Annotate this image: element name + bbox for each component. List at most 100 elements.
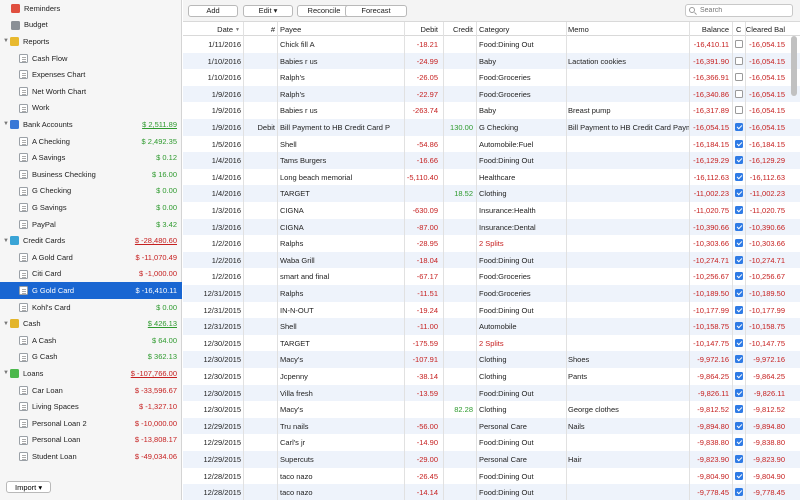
edit-menu-button[interactable]: Edit ▾	[243, 5, 293, 17]
disclosure-triangle-icon[interactable]: ▼	[3, 238, 9, 244]
disclosure-triangle-icon[interactable]: ▼	[3, 121, 9, 127]
table-row[interactable]: 12/30/2015 Macy's 82.28 Clothing George clot…	[183, 401, 800, 418]
sidebar-item[interactable]: Expenses Chart	[0, 66, 182, 83]
import-button[interactable]: Import ▾	[6, 481, 52, 493]
sidebar-item[interactable]: A Checking $ 2,492.35	[0, 133, 182, 150]
cleared-checkbox[interactable]	[735, 488, 743, 497]
sidebar-item[interactable]: A Savings $ 0.12	[0, 149, 182, 166]
header-date[interactable]: Date	[183, 25, 233, 34]
sidebar-item[interactable]: ▼ Credit Cards $ -28,480.60	[0, 232, 182, 249]
cleared-checkbox[interactable]	[735, 255, 743, 264]
table-row[interactable]: 1/4/2016 Tams Burgers -16.66 Food:Dining Ou…	[183, 152, 800, 169]
sidebar-item[interactable]: Citi Card $ -1,000.00	[0, 266, 182, 283]
sidebar-item[interactable]: Living Spaces $ -1,327.10	[0, 398, 182, 415]
table-row[interactable]: 1/9/2016 Debit Bill Payment to HB Credit C…	[183, 119, 800, 136]
header-category[interactable]: Category	[479, 25, 509, 34]
table-row[interactable]: 1/11/2016 Chick fill A -18.21 Food:Dining O…	[183, 36, 800, 53]
reconcile-button[interactable]: Reconcile	[297, 5, 351, 17]
table-row[interactable]: 1/2/2016 smart and final -67.17 Food:Grocer…	[183, 268, 800, 285]
table-row[interactable]: 1/3/2016 CIGNA -630.09 Insurance:Health -11,…	[183, 202, 800, 219]
search-input[interactable]	[685, 4, 793, 17]
sidebar-item[interactable]: ▼ Reports	[0, 33, 182, 50]
sidebar-item[interactable]: Student Loan $ -49,034.06	[0, 448, 182, 465]
table-row[interactable]: 12/30/2015 Villa fresh -13.59 Food:Dining O…	[183, 384, 800, 402]
sidebar-item[interactable]: Budget	[0, 17, 182, 34]
sidebar-item[interactable]: Personal Loan $ -13,808.17	[0, 432, 182, 449]
disclosure-triangle-icon[interactable]: ▼	[3, 38, 9, 44]
cleared-checkbox[interactable]	[735, 421, 743, 430]
cleared-checkbox[interactable]	[735, 355, 743, 364]
table-row[interactable]: 12/29/2015 Supercuts -29.00 Personal Care Ha…	[183, 451, 800, 468]
cleared-checkbox[interactable]	[735, 405, 743, 414]
sidebar-item[interactable]: G Cash $ 362.13	[0, 349, 182, 366]
vertical-scrollbar[interactable]	[791, 36, 797, 96]
table-row[interactable]: 12/28/2015 taco nazo -14.14 Food:Dining Out…	[183, 484, 800, 500]
sidebar-item[interactable]: PayPal $ 3.42	[0, 216, 182, 233]
cleared-checkbox[interactable]	[735, 106, 743, 115]
disclosure-triangle-icon[interactable]: ▼	[3, 321, 9, 327]
cleared-checkbox[interactable]	[735, 272, 743, 281]
header-cleared-bal[interactable]: Cleared Bal	[745, 25, 785, 34]
cleared-checkbox[interactable]	[735, 305, 743, 314]
cleared-checkbox[interactable]	[735, 471, 743, 480]
cleared-checkbox[interactable]	[735, 139, 743, 148]
table-row[interactable]: 12/30/2015 TARGET -175.59 2 Splits -10,147.7…	[183, 335, 800, 352]
table-row[interactable]: 12/30/2015 Jcpenny -38.14 Clothing Pants -9,8…	[183, 368, 800, 385]
cleared-checkbox[interactable]	[735, 338, 743, 347]
table-row[interactable]: 1/5/2016 Shell -54.86 Automobile:Fuel -16,18…	[183, 136, 800, 153]
cleared-checkbox[interactable]	[735, 372, 743, 380]
header-num[interactable]: #	[243, 25, 275, 34]
sidebar-item[interactable]: Car Loan $ -33,596.67	[0, 382, 182, 399]
sidebar-item[interactable]: A Cash $ 64.00	[0, 332, 182, 349]
sidebar-item[interactable]: G Savings $ 0.00	[0, 199, 182, 216]
table-row[interactable]: 1/9/2016 Babies r us -263.74 Baby Breast pum…	[183, 102, 800, 119]
cleared-checkbox[interactable]	[735, 322, 743, 331]
sidebar-item[interactable]: ▼ Loans $ -107,766.00	[0, 365, 182, 382]
table-row[interactable]: 12/31/2015 Shell -11.00 Automobile -10,158.7…	[183, 318, 800, 335]
sidebar-item[interactable]: ▼ Cash $ 426.13	[0, 315, 182, 332]
forecast-button[interactable]: Forecast	[345, 5, 407, 17]
sidebar-item[interactable]: Reminders	[0, 0, 182, 17]
cleared-checkbox[interactable]	[735, 189, 743, 198]
table-row[interactable]: 12/28/2015 taco nazo -26.45 Food:Dining Out…	[183, 468, 800, 485]
cleared-checkbox[interactable]	[735, 206, 743, 214]
header-cleared-flag[interactable]: C	[736, 25, 741, 34]
header-memo[interactable]: Memo	[568, 25, 589, 34]
add-button[interactable]: Add	[188, 5, 238, 17]
cleared-checkbox[interactable]	[735, 455, 743, 463]
cleared-checkbox[interactable]	[735, 56, 743, 65]
cleared-checkbox[interactable]	[735, 73, 743, 82]
sidebar-item[interactable]: Work	[0, 100, 182, 117]
sidebar-item[interactable]: Kohl's Card $ 0.00	[0, 299, 182, 316]
cleared-checkbox[interactable]	[735, 156, 743, 165]
table-row[interactable]: 1/10/2016 Ralph's -26.05 Food:Groceries -16,…	[183, 69, 800, 86]
table-row[interactable]: 1/4/2016 TARGET 18.52 Clothing -11,002.23 -11…	[183, 185, 800, 202]
sidebar-item[interactable]: G Gold Card $ -16,410.11	[0, 282, 182, 299]
cleared-checkbox[interactable]	[735, 388, 743, 397]
cleared-checkbox[interactable]	[735, 40, 743, 48]
disclosure-triangle-icon[interactable]: ▼	[3, 370, 9, 376]
table-row[interactable]: 1/9/2016 Ralph's -22.97 Food:Groceries -16,3…	[183, 85, 800, 103]
sidebar-item[interactable]: G Checking $ 0.00	[0, 183, 182, 200]
table-row[interactable]: 12/30/2015 Macy's -107.91 Clothing Shoes -9,9…	[183, 351, 800, 368]
sidebar-item[interactable]: ▼ Bank Accounts $ 2,511.89	[0, 116, 182, 133]
cleared-checkbox[interactable]	[735, 89, 743, 98]
table-row[interactable]: 12/31/2015 IN-N-OUT -19.24 Food:Dining Out -…	[183, 302, 800, 319]
table-row[interactable]: 1/2/2016 Ralphs -28.95 2 Splits -10,303.66 -1…	[183, 235, 800, 252]
sidebar-item[interactable]: A Gold Card $ -11,070.49	[0, 249, 182, 266]
table-row[interactable]: 1/3/2016 CIGNA -87.00 Insurance:Dental -10,3…	[183, 218, 800, 236]
header-debit[interactable]: Debit	[403, 25, 438, 34]
sidebar-item[interactable]: Personal Loan 2 $ -10,000.00	[0, 415, 182, 432]
sidebar-item[interactable]: Net Worth Chart	[0, 83, 182, 100]
table-row[interactable]: 1/2/2016 Waba Grill -18.04 Food:Dining Out -…	[183, 251, 800, 269]
sidebar-item[interactable]: Business Checking $ 16.00	[0, 166, 182, 183]
table-row[interactable]: 12/31/2015 Ralphs -11.51 Food:Groceries -10,…	[183, 285, 800, 302]
cleared-checkbox[interactable]	[735, 222, 743, 231]
header-credit[interactable]: Credit	[441, 25, 473, 34]
table-row[interactable]: 1/4/2016 Long beach memorial -5,110.40 Heal…	[183, 169, 800, 186]
cleared-checkbox[interactable]	[735, 172, 743, 181]
table-row[interactable]: 12/29/2015 Tru nails -56.00 Personal Care Na…	[183, 417, 800, 435]
table-row[interactable]: 1/10/2016 Babies r us -24.99 Baby Lactation …	[183, 52, 800, 70]
cleared-checkbox[interactable]	[735, 438, 743, 447]
cleared-checkbox[interactable]	[735, 239, 743, 248]
